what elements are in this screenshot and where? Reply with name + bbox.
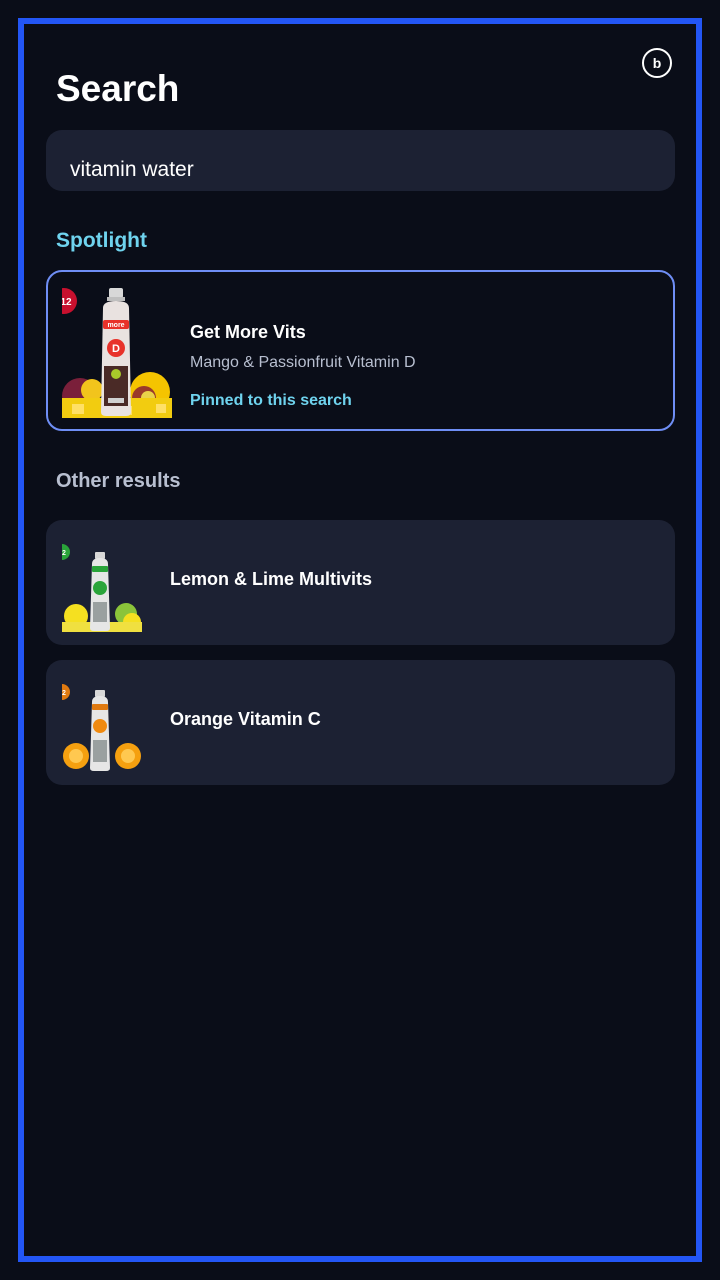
page-title: Search	[56, 68, 180, 109]
spotlight-card[interactable]: 12 more D Get More Vits Mango & Passionf…	[46, 270, 675, 431]
result-title: Lemon & Lime Multivits	[170, 569, 373, 589]
spotlight-subtitle: Mango & Passionfruit Vitamin D	[190, 354, 416, 371]
search-box[interactable]	[46, 130, 675, 191]
pinned-label: Pinned to this search	[190, 392, 352, 409]
svg-text:2: 2	[62, 690, 66, 697]
product-image-orange: 2	[62, 672, 142, 772]
other-results-heading: Other results	[56, 470, 181, 492]
spotlight-heading: Spotlight	[56, 229, 147, 252]
product-image-mango-passionfruit: 12 more D	[62, 286, 172, 418]
svg-text:more: more	[107, 322, 124, 329]
svg-text:2: 2	[62, 550, 66, 557]
result-item-lemon-lime[interactable]: 2 Lemon & Lime Multivits	[46, 520, 675, 645]
result-title: Orange Vitamin C	[170, 709, 321, 729]
svg-text:D: D	[112, 343, 120, 355]
avatar[interactable]: b	[642, 48, 672, 78]
search-input[interactable]	[70, 158, 630, 182]
result-item-orange[interactable]: 2 Orange Vitamin C	[46, 660, 675, 785]
badge-label: 12	[62, 297, 72, 308]
product-image-lemon-lime: 2	[62, 532, 142, 632]
spotlight-title: Get More Vits	[190, 322, 306, 342]
